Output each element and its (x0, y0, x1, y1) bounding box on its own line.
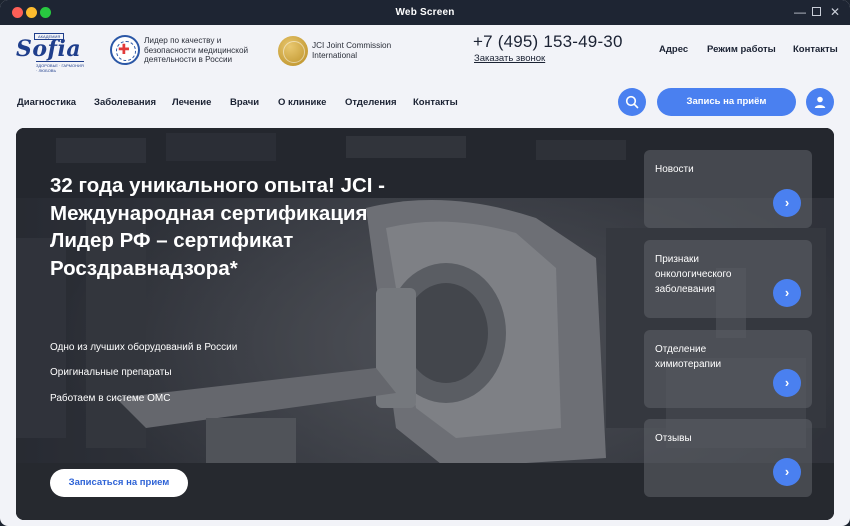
maximize-icon[interactable] (812, 5, 821, 19)
nav-item-about[interactable]: О клинике (278, 97, 326, 108)
card-label: Отделение химиотерапии (655, 344, 722, 370)
hours-link[interactable]: Режим работы (707, 44, 776, 55)
nav-item-treatment[interactable]: Лечение (172, 97, 211, 108)
sofia-logo[interactable]: АКАДЕМИЯ Sofia ЗДОРОВЬЕ · ГАРМОНИЯ · ЛЮБ… (16, 33, 84, 73)
nav-item-doctors[interactable]: Врачи (230, 97, 259, 108)
hero-title: 32 года уникального опыта! JCI - Междуна… (50, 174, 385, 280)
hero-feature-oms: Работаем в системе ОМС (50, 393, 171, 404)
window-title: Web Screen (395, 7, 455, 18)
minimize-icon[interactable]: — (794, 5, 806, 19)
card-news[interactable]: Новости › (644, 150, 812, 228)
jci-badge-text: JCI Joint Commission International (312, 41, 392, 60)
nav-item-diseases[interactable]: Заболевания (94, 97, 156, 108)
card-label: Новости (655, 164, 694, 175)
logo-tagline: ЗДОРОВЬЕ · ГАРМОНИЯ · ЛЮБОВЬ (36, 61, 84, 73)
jci-seal-icon (278, 36, 308, 66)
address-link[interactable]: Адрес (659, 44, 688, 55)
hero-feature-equipment: Одно из лучших оборудований в России (50, 342, 238, 353)
hero-banner: 32 года уникального опыта! JCI - Междуна… (16, 128, 834, 520)
browser-window: Web Screen — ✕ АКАДЕМИЯ Sofia ЗДОРОВЬЕ ·… (0, 0, 850, 526)
callback-link[interactable]: Заказать звонок (474, 53, 545, 64)
nav-item-contacts[interactable]: Контакты (413, 97, 458, 108)
chevron-right-icon[interactable]: › (773, 369, 801, 397)
book-appointment-button[interactable]: Записаться на прием (50, 469, 188, 497)
card-label: Признаки онкологического заболевания (655, 254, 732, 295)
nav-item-departments[interactable]: Отделения (345, 97, 397, 108)
card-chemotherapy[interactable]: Отделение химиотерапии › (644, 330, 812, 408)
card-reviews[interactable]: Отзывы › (644, 419, 812, 497)
chevron-right-icon[interactable]: › (773, 189, 801, 217)
nav-item-diagnostics[interactable]: Диагностика (17, 97, 76, 108)
title-bar: Web Screen — ✕ (0, 0, 850, 25)
account-button[interactable] (806, 88, 834, 116)
quality-emblem-icon (110, 35, 140, 65)
quality-badge-text: Лидер по качеству и безопасности медицин… (144, 36, 249, 64)
appointment-button[interactable]: Запись на приём (657, 88, 796, 116)
phone-number[interactable]: +7 (495) 153-49-30 (473, 32, 623, 52)
logo-name: Sofia (16, 36, 82, 62)
card-label: Отзывы (655, 433, 692, 444)
close-icon[interactable]: ✕ (830, 5, 840, 19)
chevron-right-icon[interactable]: › (773, 279, 801, 307)
user-icon (814, 96, 826, 108)
search-icon (625, 95, 639, 109)
chevron-right-icon[interactable]: › (773, 458, 801, 486)
contacts-top-link[interactable]: Контакты (793, 44, 838, 55)
search-button[interactable] (618, 88, 646, 116)
hero-feature-drugs: Оригинальные препараты (50, 367, 172, 378)
card-cancer-signs[interactable]: Признаки онкологического заболевания › (644, 240, 812, 318)
